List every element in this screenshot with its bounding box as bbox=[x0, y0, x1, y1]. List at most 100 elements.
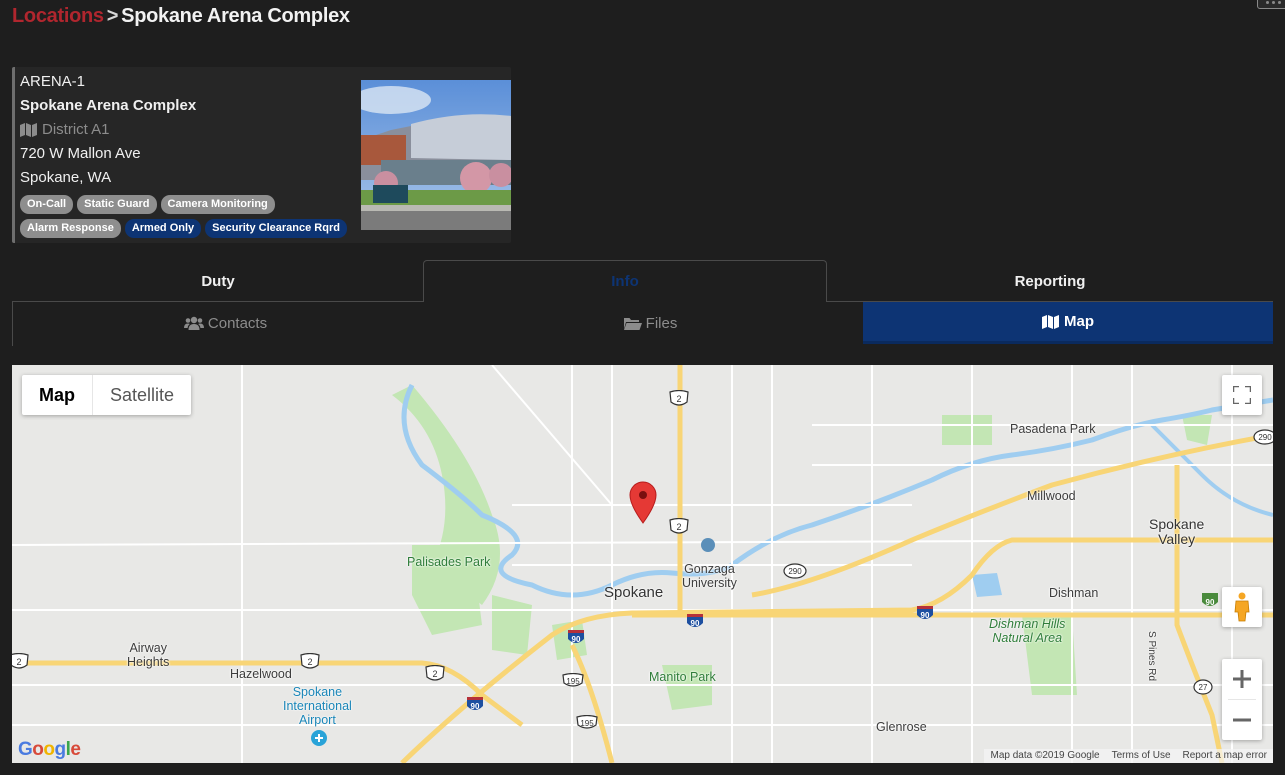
dot-icon bbox=[1277, 1, 1281, 4]
location-marker[interactable] bbox=[629, 481, 657, 524]
i-90-shield-icon: 90 bbox=[568, 630, 584, 644]
dot-icon bbox=[1265, 1, 1269, 4]
map-type-map-button[interactable]: Map bbox=[22, 375, 93, 415]
tab-files-label: Files bbox=[645, 314, 678, 332]
dot-icon bbox=[1271, 1, 1275, 4]
logo-letter: o bbox=[32, 739, 44, 760]
svg-text:90: 90 bbox=[471, 702, 480, 711]
i-90-shield-icon: 90 bbox=[687, 614, 703, 628]
location-district: District A1 bbox=[20, 118, 196, 142]
i-90-shield-icon: 90 bbox=[467, 697, 483, 711]
tab-map-label: Map bbox=[1064, 313, 1094, 330]
svg-text:195: 195 bbox=[566, 677, 580, 686]
svg-text:2: 2 bbox=[676, 394, 681, 404]
spokane-river bbox=[401, 383, 1273, 598]
badge-armed-only: Armed Only bbox=[124, 219, 202, 238]
folder-open-icon bbox=[623, 318, 642, 330]
street-view-button[interactable] bbox=[1222, 587, 1262, 627]
svg-text:90: 90 bbox=[921, 611, 930, 620]
address-line-2: Spokane, WA bbox=[20, 169, 112, 186]
wa-27-shield-icon: 27 bbox=[1193, 679, 1213, 695]
primary-tabs: Duty Info Reporting bbox=[12, 260, 1273, 302]
svg-text:2: 2 bbox=[432, 669, 437, 679]
park-area bbox=[492, 595, 532, 655]
svg-text:2: 2 bbox=[16, 657, 21, 667]
map-label-airway-heights: Airway Heights bbox=[127, 641, 169, 669]
map-data-credit: Map data ©2019 Google bbox=[990, 750, 1100, 761]
breadcrumb-current: Spokane Arena Complex bbox=[121, 5, 350, 27]
location-name: Spokane Arena Complex bbox=[20, 97, 197, 114]
label-line: International bbox=[283, 699, 352, 713]
logo-letter: G bbox=[18, 739, 33, 760]
badge-static-guard: Static Guard bbox=[77, 195, 157, 214]
tab-map[interactable]: Map bbox=[863, 302, 1273, 344]
breadcrumb-locations-link[interactable]: Locations bbox=[12, 5, 104, 27]
zoom-out-button[interactable] bbox=[1222, 700, 1262, 740]
svg-text:2: 2 bbox=[307, 657, 312, 667]
location-details: ARENA-1 Spokane Arena Complex District A… bbox=[20, 70, 196, 190]
map-label-spokane-valley: Spokane Valley bbox=[1149, 517, 1204, 547]
secondary-tabs: Contacts Files Map bbox=[12, 302, 1273, 346]
service-badges: On-Call Static Guard Camera Monitoring A… bbox=[20, 195, 360, 238]
map-view[interactable]: 2 2 2 2 2 90 90 90 90 90 195 195 290 290… bbox=[12, 365, 1273, 763]
i-90-shield-icon: 90 bbox=[917, 606, 933, 620]
map-type-control: Map Satellite bbox=[22, 375, 192, 415]
map-label-palisades-park: Palisades Park bbox=[407, 555, 491, 569]
plus-icon bbox=[1233, 670, 1251, 688]
zoom-in-button[interactable] bbox=[1222, 659, 1262, 699]
tab-reporting[interactable]: Reporting bbox=[827, 260, 1273, 302]
tab-files[interactable]: Files bbox=[438, 302, 863, 344]
tab-info[interactable]: Info bbox=[423, 260, 827, 302]
terms-of-use-link[interactable]: Terms of Use bbox=[1106, 749, 1177, 763]
us-2-shield-icon: 2 bbox=[12, 653, 29, 669]
svg-text:90: 90 bbox=[691, 619, 700, 628]
label-line: Gonzaga bbox=[684, 562, 735, 576]
lake bbox=[972, 573, 1002, 597]
map-label-pasadena-park: Pasadena Park bbox=[1010, 422, 1096, 436]
label-line: Heights bbox=[127, 655, 170, 669]
svg-text:90: 90 bbox=[1206, 598, 1215, 607]
park-area bbox=[1182, 415, 1212, 445]
tab-duty[interactable]: Duty bbox=[12, 260, 424, 302]
map-label-s-pines-rd: S Pines Rd bbox=[1146, 631, 1157, 682]
badge-camera-monitoring: Camera Monitoring bbox=[160, 195, 275, 214]
arena-photo-image bbox=[361, 80, 511, 230]
park-area bbox=[942, 415, 992, 445]
tab-contacts[interactable]: Contacts bbox=[13, 302, 438, 344]
badge-alarm-response: Alarm Response bbox=[20, 219, 121, 238]
google-logo[interactable]: Google bbox=[18, 739, 81, 761]
us-2-shield-icon: 2 bbox=[669, 390, 689, 406]
map-label-glenrose: Glenrose bbox=[876, 720, 927, 734]
location-photo[interactable] bbox=[361, 80, 511, 230]
street-view-pegman-icon bbox=[1234, 592, 1250, 622]
location-code: ARENA-1 bbox=[20, 73, 86, 90]
tab-contacts-label: Contacts bbox=[207, 314, 268, 332]
map-label-gonzaga-university: Gonzaga University bbox=[682, 562, 737, 590]
label-line: Airport bbox=[298, 713, 336, 727]
address-line-1: 720 W Mallon Ave bbox=[20, 145, 141, 162]
users-icon bbox=[183, 316, 204, 330]
svg-text:27: 27 bbox=[1199, 683, 1208, 692]
us-2-shield-icon: 2 bbox=[669, 518, 689, 534]
district-label: District A1 bbox=[42, 121, 110, 138]
university-icon bbox=[701, 538, 715, 552]
label-line: Natural Area bbox=[992, 631, 1063, 645]
us-2-shield-icon: 2 bbox=[425, 665, 445, 681]
svg-text:290: 290 bbox=[788, 567, 802, 576]
label-line: Valley bbox=[1158, 531, 1196, 547]
report-map-error-link[interactable]: Report a map error bbox=[1177, 749, 1273, 763]
fullscreen-button[interactable] bbox=[1222, 375, 1262, 415]
map-label-dishman-hills: Dishman Hills Natural Area bbox=[989, 617, 1065, 645]
label-line: Dishman Hills bbox=[989, 617, 1066, 631]
map-type-satellite-button[interactable]: Satellite bbox=[93, 375, 191, 415]
page: Locations > Spokane Arena Complex ARENA-1 … bbox=[0, 0, 1285, 775]
breadcrumb: Locations > Spokane Arena Complex bbox=[12, 5, 350, 28]
map-label-manito-park: Manito Park bbox=[649, 670, 716, 684]
map-label-dishman: Dishman bbox=[1049, 586, 1099, 600]
map-icon bbox=[1042, 314, 1059, 329]
fullscreen-icon bbox=[1233, 386, 1251, 404]
map-icon bbox=[20, 123, 37, 137]
breadcrumb-separator: > bbox=[106, 5, 119, 27]
more-options-button[interactable] bbox=[1257, 0, 1285, 9]
us-2-shield-icon: 2 bbox=[300, 653, 320, 669]
